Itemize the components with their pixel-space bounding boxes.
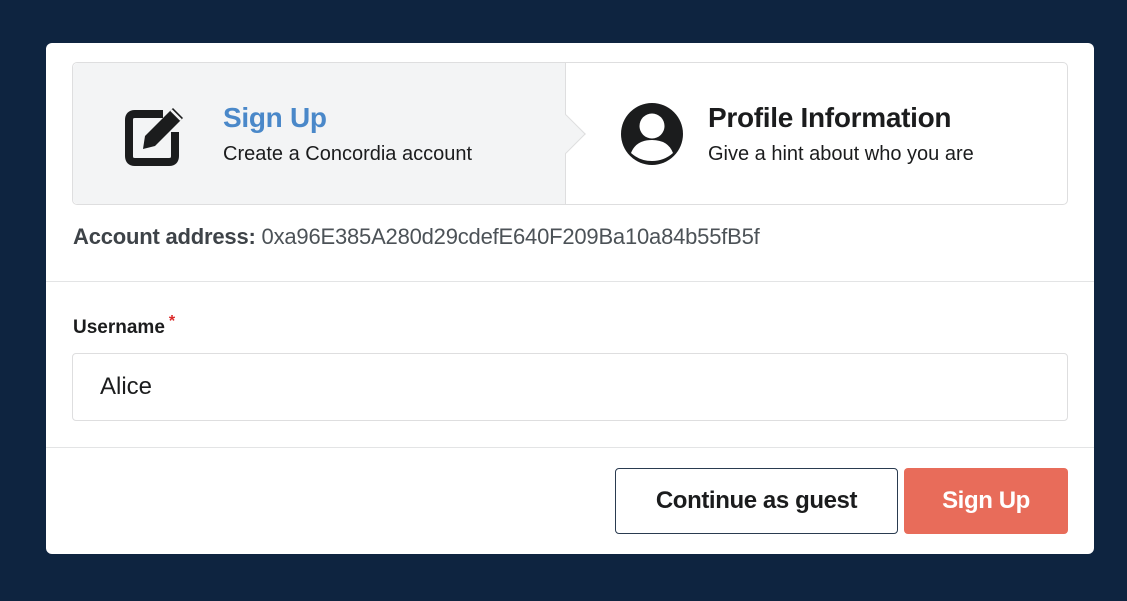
divider (46, 281, 1094, 282)
account-address: Account address: 0xa96E385A280d29cdefE64… (73, 224, 760, 250)
divider (46, 447, 1094, 448)
continue-as-guest-button[interactable]: Continue as guest (615, 468, 898, 534)
step-text: Sign Up Create a Concordia account (223, 101, 472, 166)
step-indicator: Sign Up Create a Concordia account Profi… (72, 62, 1068, 205)
username-label: Username * (73, 313, 175, 339)
step-profile-information: Profile Information Give a hint about wh… (566, 63, 1067, 204)
signup-modal: Sign Up Create a Concordia account Profi… (46, 43, 1094, 554)
step-title: Sign Up (223, 102, 327, 133)
step-sign-up: Sign Up Create a Concordia account (73, 63, 586, 204)
user-circle-icon (621, 102, 683, 165)
required-marker: * (168, 313, 176, 330)
account-address-value: 0xa96E385A280d29cdefE640F209Ba10a84b55fB… (261, 224, 760, 249)
step-text: Profile Information Give a hint about wh… (708, 101, 974, 166)
step-title: Profile Information (708, 102, 952, 133)
step-description: Create a Concordia account (223, 143, 473, 165)
username-input[interactable] (72, 353, 1068, 421)
step-description: Give a hint about who you are (708, 143, 974, 165)
username-label-text: Username (73, 317, 165, 338)
edit-icon (125, 107, 183, 166)
sign-up-button[interactable]: Sign Up (904, 468, 1068, 534)
account-address-label: Account address: (73, 224, 256, 249)
